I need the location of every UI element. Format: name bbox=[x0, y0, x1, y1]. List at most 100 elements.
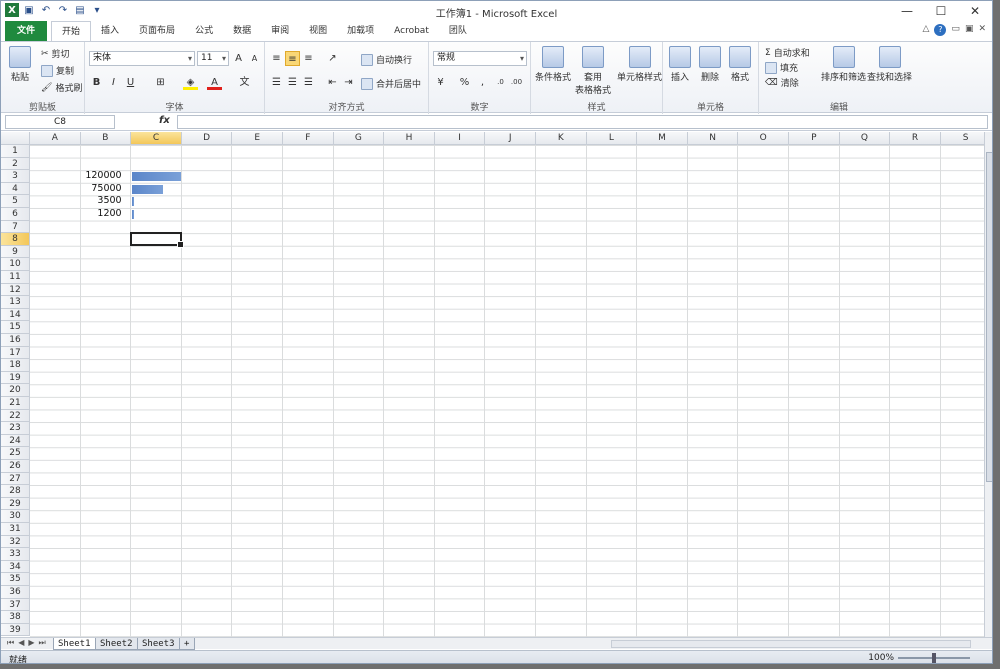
row-header-16[interactable]: 16 bbox=[1, 334, 30, 347]
cell-value-B6[interactable]: 1200 bbox=[81, 208, 130, 221]
row-header-35[interactable]: 35 bbox=[1, 573, 30, 586]
row-header-24[interactable]: 24 bbox=[1, 434, 30, 448]
tab-review[interactable]: 审阅 bbox=[261, 21, 299, 41]
row-header-4[interactable]: 4 bbox=[1, 182, 30, 196]
increase-decimal-icon[interactable]: .0 bbox=[493, 75, 508, 90]
find-select-button[interactable]: 查找和选择 bbox=[867, 46, 912, 83]
bold-button[interactable]: B bbox=[89, 75, 104, 90]
row-header-5[interactable]: 5 bbox=[1, 195, 30, 208]
percent-button[interactable]: % bbox=[457, 75, 472, 90]
column-header-J[interactable]: J bbox=[485, 132, 536, 145]
row-header-37[interactable]: 37 bbox=[1, 598, 30, 612]
align-bottom-icon[interactable]: ≡ bbox=[301, 51, 316, 66]
column-header-A[interactable]: A bbox=[30, 132, 81, 145]
name-box[interactable]: C8 bbox=[5, 115, 115, 129]
fill-color-icon[interactable]: ◈ bbox=[183, 75, 198, 90]
row-header-17[interactable]: 17 bbox=[1, 346, 30, 360]
grow-font-icon[interactable]: A bbox=[231, 51, 246, 66]
row-header-38[interactable]: 38 bbox=[1, 611, 30, 624]
sort-filter-button[interactable]: 排序和筛选 bbox=[821, 46, 866, 83]
column-header-D[interactable]: D bbox=[181, 132, 233, 145]
sheet-tab-1[interactable]: Sheet1 bbox=[53, 638, 96, 650]
comma-button[interactable]: , bbox=[475, 75, 490, 90]
autosum-button[interactable]: Σ 自动求和 bbox=[765, 46, 810, 60]
conditional-format-button[interactable]: 条件格式 bbox=[535, 46, 571, 83]
help-icon[interactable]: ? bbox=[934, 24, 947, 36]
row-header-14[interactable]: 14 bbox=[1, 308, 30, 322]
row-header-11[interactable]: 11 bbox=[1, 271, 30, 284]
paste-button[interactable]: 粘贴 bbox=[9, 46, 31, 83]
column-header-E[interactable]: E bbox=[232, 132, 283, 145]
row-header-6[interactable]: 6 bbox=[1, 208, 30, 221]
column-header-K[interactable]: K bbox=[536, 132, 587, 145]
align-left-icon[interactable]: ☰ bbox=[269, 75, 284, 90]
first-sheet-icon[interactable]: ⏮ bbox=[7, 638, 14, 648]
orientation-icon[interactable]: ↗ bbox=[325, 51, 340, 66]
align-right-icon[interactable]: ☰ bbox=[301, 75, 316, 90]
tab-file[interactable]: 文件 bbox=[5, 21, 48, 41]
underline-button[interactable]: U bbox=[123, 75, 138, 90]
fill-button[interactable]: 填充 bbox=[765, 61, 798, 74]
row-header-13[interactable]: 13 bbox=[1, 296, 30, 309]
row-header-22[interactable]: 22 bbox=[1, 409, 30, 423]
row-header-2[interactable]: 2 bbox=[1, 157, 30, 171]
column-header-C[interactable]: C bbox=[131, 132, 182, 145]
column-header-N[interactable]: N bbox=[687, 132, 739, 145]
zoom-slider[interactable] bbox=[898, 653, 970, 663]
font-color-icon[interactable]: A bbox=[207, 75, 222, 90]
column-header-B[interactable]: B bbox=[80, 132, 132, 145]
formula-input[interactable] bbox=[177, 115, 988, 129]
tab-view[interactable]: 视图 bbox=[299, 21, 337, 41]
tab-data[interactable]: 数据 bbox=[223, 21, 261, 41]
clear-button[interactable]: ⌫ 清除 bbox=[765, 76, 799, 90]
italic-button[interactable]: I bbox=[106, 75, 121, 90]
tab-formulas[interactable]: 公式 bbox=[185, 21, 223, 41]
worksheet-grid[interactable]: A B C D E F G H I J K L M N O P Q R S 1 2 3 4 5 6 7 8 9 10 11 12 13 14 15… bbox=[1, 132, 984, 637]
row-header-12[interactable]: 12 bbox=[1, 283, 30, 297]
row-header-21[interactable]: 21 bbox=[1, 397, 30, 410]
doc-minimize-icon[interactable]: ▭ bbox=[951, 24, 960, 36]
cell-value-B5[interactable]: 3500 bbox=[81, 195, 130, 208]
row-header-20[interactable]: 20 bbox=[1, 384, 30, 397]
decrease-indent-icon[interactable]: ⇤ bbox=[325, 75, 340, 90]
row-header-36[interactable]: 36 bbox=[1, 586, 30, 599]
row-header-23[interactable]: 23 bbox=[1, 422, 30, 435]
maximize-button[interactable]: ☐ bbox=[924, 1, 958, 21]
vertical-scroll-thumb[interactable] bbox=[986, 152, 992, 482]
sheet-tab-2[interactable]: Sheet2 bbox=[95, 638, 138, 650]
row-header-39[interactable]: 39 bbox=[1, 623, 30, 637]
row-header-33[interactable]: 33 bbox=[1, 548, 30, 561]
format-as-table-button[interactable]: 套用 表格格式 bbox=[575, 46, 611, 96]
fx-icon[interactable]: fx bbox=[159, 115, 170, 126]
sheet-tab-3[interactable]: Sheet3 bbox=[137, 638, 180, 650]
active-cell-border[interactable] bbox=[130, 232, 184, 248]
minimize-button[interactable]: — bbox=[890, 1, 924, 21]
currency-icon[interactable]: ¥ bbox=[433, 75, 448, 90]
next-sheet-icon[interactable]: ▶ bbox=[28, 638, 34, 648]
border-icon[interactable]: ⊞ bbox=[153, 75, 168, 90]
ribbon-collapse-icon[interactable]: △ bbox=[923, 24, 930, 36]
copy-button[interactable]: 复制 bbox=[41, 64, 74, 77]
row-header-26[interactable]: 26 bbox=[1, 460, 30, 473]
row-header-25[interactable]: 25 bbox=[1, 447, 30, 460]
row-header-15[interactable]: 15 bbox=[1, 321, 30, 334]
row-header-10[interactable]: 10 bbox=[1, 258, 30, 271]
row-header-19[interactable]: 19 bbox=[1, 371, 30, 385]
row-header-32[interactable]: 32 bbox=[1, 535, 30, 549]
column-header-R[interactable]: R bbox=[890, 132, 941, 145]
last-sheet-icon[interactable]: ⏭ bbox=[39, 638, 46, 648]
cell-styles-button[interactable]: 单元格样式 bbox=[617, 46, 662, 83]
row-header-30[interactable]: 30 bbox=[1, 510, 30, 523]
decrease-decimal-icon[interactable]: .00 bbox=[509, 75, 524, 90]
row-header-31[interactable]: 31 bbox=[1, 523, 30, 536]
delete-cells-button[interactable]: 删除 bbox=[699, 46, 721, 83]
doc-close-icon[interactable]: ✕ bbox=[978, 24, 986, 36]
column-header-L[interactable]: L bbox=[586, 132, 638, 145]
column-header-O[interactable]: O bbox=[738, 132, 789, 145]
align-top-icon[interactable]: ≡ bbox=[269, 51, 284, 66]
format-cells-button[interactable]: 格式 bbox=[729, 46, 751, 83]
select-all-corner[interactable] bbox=[1, 132, 30, 145]
column-header-I[interactable]: I bbox=[434, 132, 486, 145]
align-middle-icon[interactable]: ≡ bbox=[285, 51, 300, 66]
column-header-M[interactable]: M bbox=[637, 132, 688, 145]
